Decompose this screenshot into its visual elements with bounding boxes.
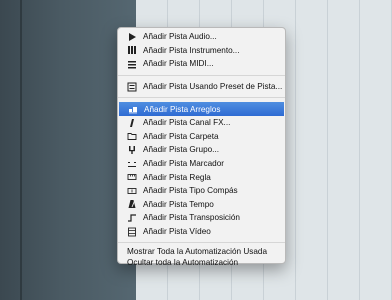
menu-item-add-tempo-track[interactable]: Añadir Pista Tempo <box>118 198 285 212</box>
menu-item-add-audio-track[interactable]: Añadir Pista Audio... <box>118 30 285 44</box>
fx-icon <box>127 118 137 128</box>
piano-keys-icon <box>127 45 137 55</box>
arranger-icon <box>128 104 138 114</box>
menu-item-add-group-track[interactable]: Añadir Pista Grupo... <box>118 143 285 157</box>
menu-item-add-signature-track[interactable]: Añadir Pista Tipo Compás <box>118 184 285 198</box>
menu-item-label: Añadir Pista Vídeo <box>143 227 211 237</box>
menu-item-show-used-automation[interactable]: Mostrar Toda la Automatización Usada <box>118 247 285 258</box>
menu-item-label: Añadir Pista Transposición <box>143 213 240 223</box>
menu-item-label: Añadir Pista Arreglos <box>144 104 221 114</box>
menu-item-label: Añadir Pista Canal FX... <box>143 118 231 128</box>
menu-item-add-marker-track[interactable]: Añadir Pista Marcador <box>118 157 285 171</box>
ruler-icon <box>127 172 137 182</box>
menu-item-label: Añadir Pista Instrumento... <box>143 45 240 55</box>
menu-item-hide-all-automation[interactable]: Ocultar toda la Automatización <box>118 258 285 269</box>
menu-item-label: Añadir Pista MIDI... <box>143 59 214 69</box>
menu-separator <box>118 242 285 244</box>
list-icon <box>127 82 137 92</box>
track-list-panel <box>0 0 136 300</box>
menu-item-add-folder-track[interactable]: Añadir Pista Carpeta <box>118 130 285 144</box>
menu-item-label: Añadir Pista Regla <box>143 172 211 182</box>
menu-item-add-midi-track[interactable]: Añadir Pista MIDI... <box>118 57 285 71</box>
menu-item-add-track-from-preset[interactable]: Añadir Pista Usando Preset de Pista... <box>118 80 285 94</box>
menu-item-label: Añadir Pista Audio... <box>143 32 217 42</box>
menu-item-label: Añadir Pista Tempo <box>143 199 214 209</box>
transpose-icon <box>127 213 137 223</box>
marker-icon <box>127 159 137 169</box>
menu-item-add-transpose-track[interactable]: Añadir Pista Transposición <box>118 211 285 225</box>
midi-icon <box>127 59 137 69</box>
add-track-context-menu: Añadir Pista Audio... Añadir Pista Instr… <box>117 27 286 267</box>
menu-item-add-instrument-track[interactable]: Añadir Pista Instrumento... <box>118 44 285 58</box>
menu-separator <box>118 74 285 76</box>
panel-edge <box>20 0 22 300</box>
group-icon <box>127 145 137 155</box>
menu-item-add-video-track[interactable]: Añadir Pista Vídeo <box>118 225 285 239</box>
menu-item-label: Añadir Pista Marcador <box>143 159 224 169</box>
menu-separator <box>118 97 285 99</box>
menu-item-label: Añadir Pista Carpeta <box>143 131 219 141</box>
menu-item-add-fx-channel-track[interactable]: Añadir Pista Canal FX... <box>118 116 285 130</box>
menu-item-label: Añadir Pista Tipo Compás <box>143 186 238 196</box>
menu-item-add-ruler-track[interactable]: Añadir Pista Regla <box>118 170 285 184</box>
menu-item-add-arranger-track[interactable]: Añadir Pista Arreglos <box>119 102 284 116</box>
play-icon <box>127 32 137 42</box>
signature-icon <box>127 186 137 196</box>
folder-icon <box>127 131 137 141</box>
menu-item-label: Añadir Pista Grupo... <box>143 145 219 155</box>
menu-item-label: Añadir Pista Usando Preset de Pista... <box>143 82 283 92</box>
tempo-icon <box>127 199 137 209</box>
video-icon <box>127 227 137 237</box>
